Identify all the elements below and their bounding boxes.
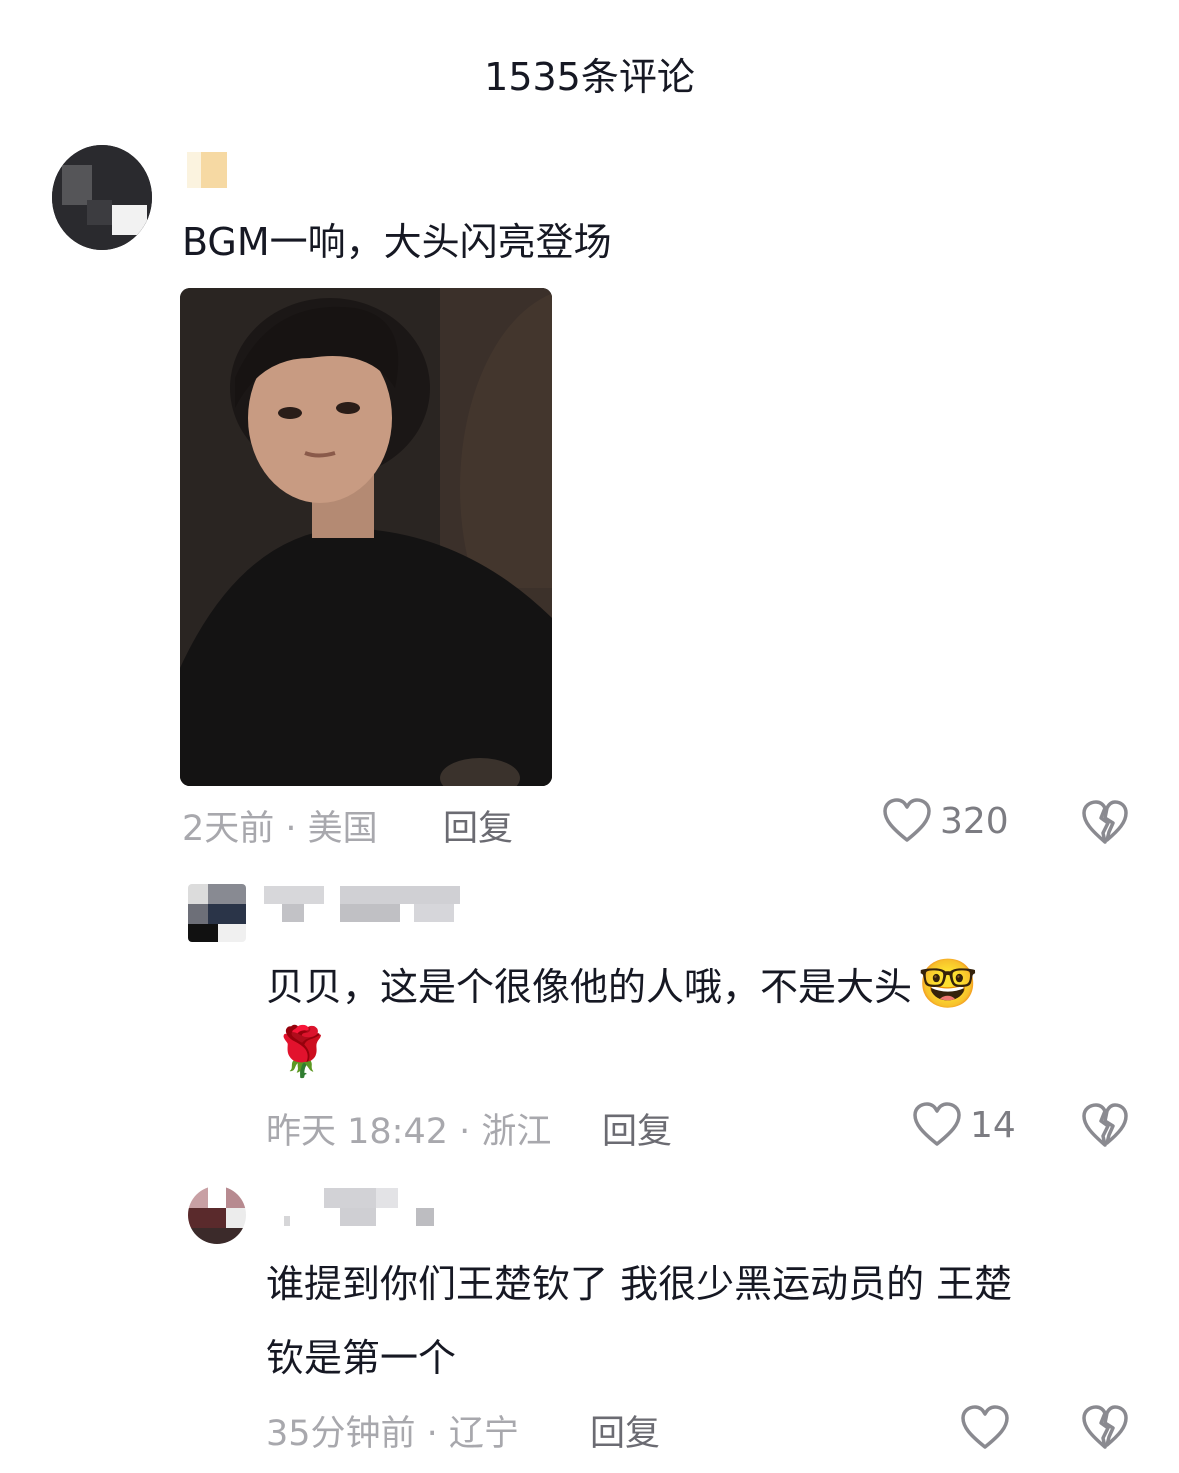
broken-heart-icon[interactable] (1081, 1103, 1129, 1149)
comment-text: BGM一响，大头闪亮登场 (182, 220, 612, 264)
username[interactable] (280, 1188, 440, 1226)
like-button[interactable]: 14 (912, 1102, 1016, 1148)
username[interactable] (187, 152, 227, 188)
heart-outline-icon (912, 1102, 962, 1148)
comments-panel: 1535条评论 BGM一响，大头闪亮登场 2天前 · 美国 回复 320 贝贝，… (0, 0, 1179, 1473)
rose-emoji: 🌹 (272, 1024, 332, 1080)
broken-heart-icon[interactable] (1081, 1405, 1129, 1451)
reply-button[interactable]: 回复 (590, 1405, 660, 1456)
avatar[interactable] (188, 1186, 246, 1244)
username[interactable] (264, 886, 460, 922)
like-count: 14 (970, 1104, 1016, 1146)
comment-meta: 2天前 · 美国 (182, 809, 378, 849)
avatar[interactable] (188, 884, 246, 942)
comment-count-title: 1535条评论 (484, 55, 695, 99)
avatar[interactable] (52, 145, 152, 250)
like-button[interactable]: 320 (882, 798, 1009, 844)
comment-meta: 35分钟前 · 辽宁 (266, 1414, 519, 1454)
like-count: 320 (940, 800, 1009, 842)
heart-outline-icon[interactable] (960, 1405, 1010, 1451)
reply-button[interactable]: 回复 (602, 1103, 672, 1154)
broken-heart-icon[interactable] (1081, 800, 1129, 846)
comment-meta: 昨天 18:42 · 浙江 (266, 1112, 552, 1152)
comment-text-line: 贝贝，这是个很像他的人哦，不是大头 (266, 965, 913, 1009)
comment-photo[interactable] (180, 288, 552, 786)
comment-text-line: 谁提到你们王楚钦了 我很少黑运动员的 王楚 (266, 1262, 1013, 1306)
nerd-emoji: 🤓 (918, 956, 978, 1012)
reply-button[interactable]: 回复 (443, 800, 513, 851)
heart-outline-icon (882, 798, 932, 844)
comment-text-line: 钦是第一个 (266, 1336, 457, 1380)
comment-text: 贝贝，这是个很像他的人哦，不是大头 🤓 (266, 946, 978, 1025)
portrait-image (180, 288, 552, 786)
